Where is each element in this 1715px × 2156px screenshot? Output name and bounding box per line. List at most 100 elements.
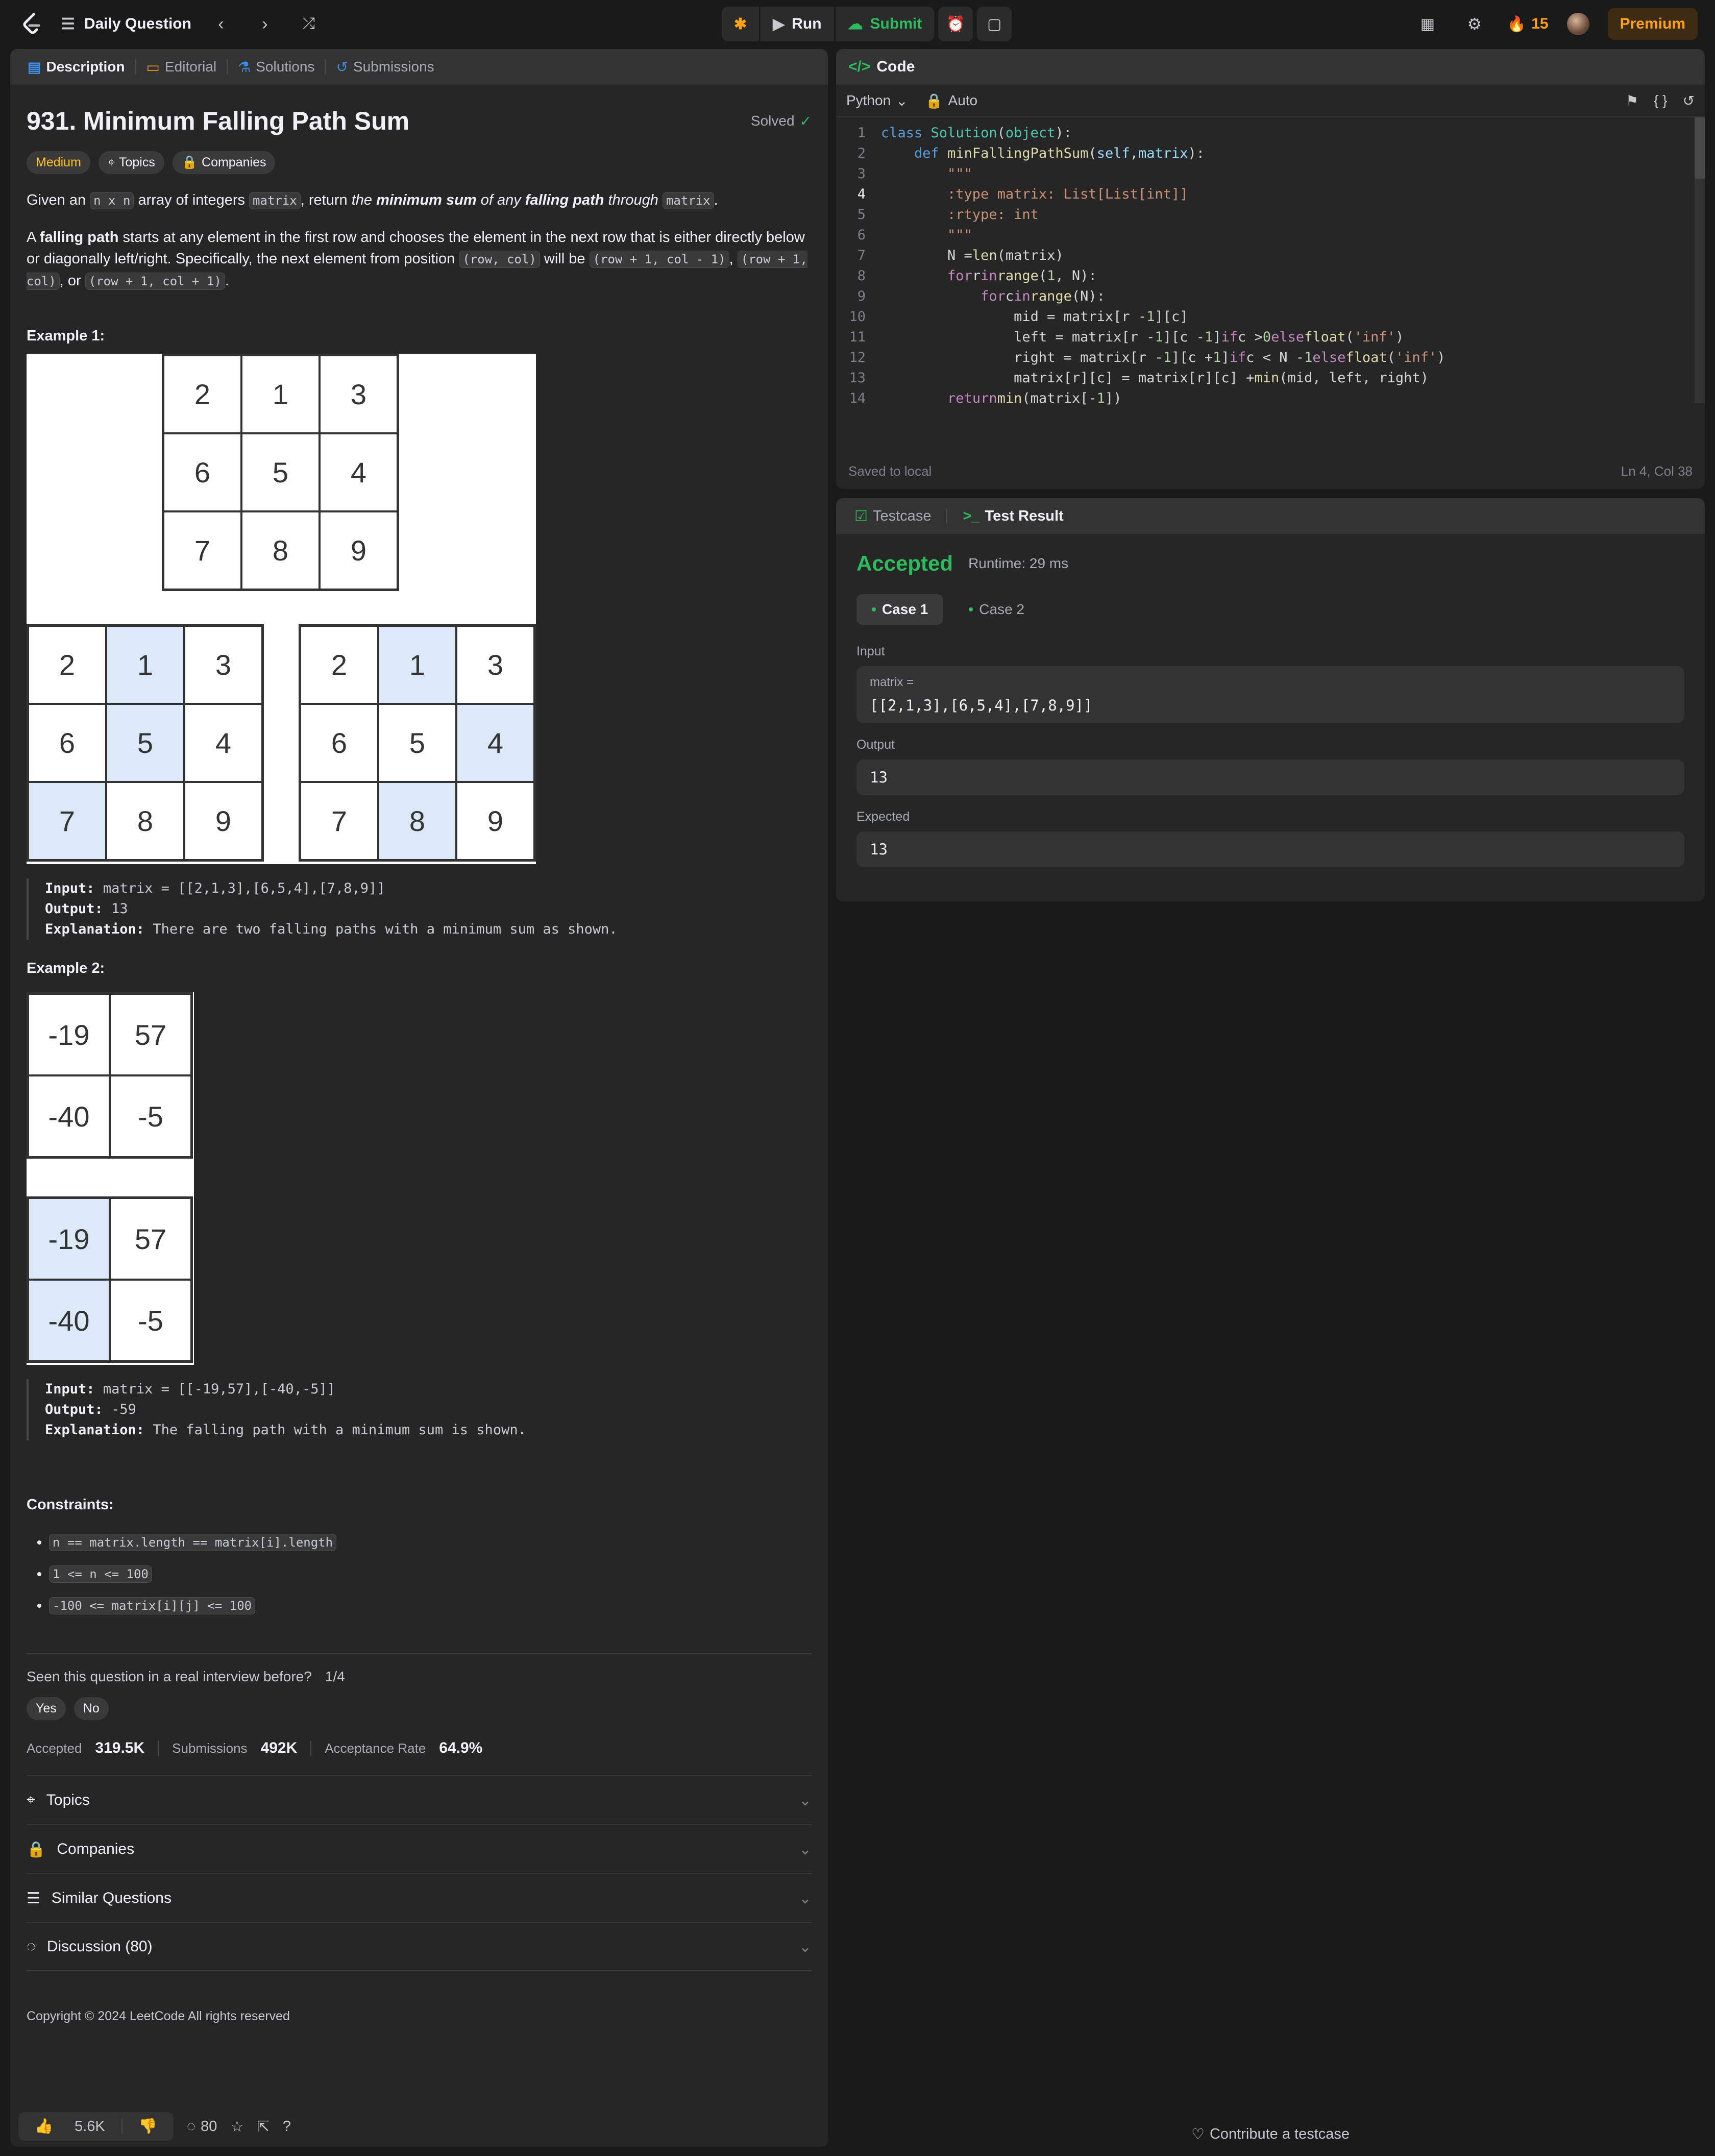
description-tabs: ▤ Description ▭ Editorial ⚗ Solutions ↺ Subm…	[10, 49, 828, 85]
debug-button[interactable]: ✱	[722, 7, 759, 41]
tab-testcase[interactable]: ☑ Testcase	[848, 507, 937, 525]
constraints-list: n == matrix.length == matrix[i].length 1…	[27, 1534, 812, 1614]
matrix-cell: 57	[110, 1198, 191, 1280]
timer-button[interactable]: ⏰	[938, 7, 973, 41]
notes-button[interactable]: ▢	[977, 7, 1012, 41]
matrix-cell: 8	[378, 782, 456, 860]
interview-count: 1/4	[325, 1669, 345, 1684]
next-question-button[interactable]: ›	[251, 10, 279, 38]
chevron-down-icon: ⌄	[798, 1792, 812, 1809]
random-question-button[interactable]: ⤮	[295, 10, 323, 38]
expected-value: 13	[856, 831, 1684, 867]
no-button[interactable]: No	[74, 1697, 109, 1720]
constraints-label: Constraints:	[27, 1497, 114, 1513]
accordion-similar-questions[interactable]: ☰ Similar Questions ⌄	[27, 1873, 812, 1922]
inline-code: (row, col)	[459, 251, 540, 268]
code-line: 4 :type matrix: List[List[int]]	[857, 186, 1188, 202]
code-icon: </>	[848, 58, 871, 75]
language-select[interactable]: Python ⌄	[846, 92, 908, 109]
constraint-code: -100 <= matrix[i][j] <= 100	[49, 1597, 256, 1614]
matrix-cell: 2	[28, 626, 106, 704]
premium-button[interactable]: Premium	[1607, 8, 1698, 40]
reset-icon[interactable]: ↺	[1683, 92, 1695, 109]
matrix-cell: -5	[110, 1280, 191, 1361]
help-icon[interactable]: ?	[283, 2118, 291, 2135]
comment-icon: ◌	[27, 1938, 36, 1955]
tab-description[interactable]: ▤ Description	[21, 59, 131, 76]
run-button[interactable]: ▶ Run	[761, 7, 834, 41]
problem-title[interactable]: 931. Minimum Falling Path Sum	[27, 106, 409, 136]
tab-solutions[interactable]: ⚗ Solutions	[232, 59, 321, 76]
bookmark-icon[interactable]: ⚑	[1626, 92, 1638, 109]
description-panel: ▤ Description ▭ Editorial ⚗ Solutions ↺ Subm…	[10, 49, 828, 2147]
share-icon[interactable]: ⇱	[257, 2118, 269, 2136]
like-button[interactable]: 👍 5.6K	[18, 2118, 121, 2135]
comments-button[interactable]: ◌ 80	[187, 2118, 217, 2135]
problem-description-1: Given an n x n array of integers matrix,…	[27, 189, 812, 211]
auto-mode[interactable]: 🔒 Auto	[925, 92, 977, 109]
result-panel: ☑ Testcase >_ Test Result Accepted Runtime…	[836, 498, 1705, 901]
accepted-label: Accepted	[27, 1740, 82, 1756]
inline-code: matrix	[662, 192, 714, 209]
case-2-tab[interactable]: Case 2	[953, 594, 1040, 625]
input-variable: matrix =	[870, 675, 914, 689]
input-label: Input	[856, 644, 885, 658]
chevron-down-icon: ⌄	[798, 1890, 812, 1907]
leetcode-logo[interactable]	[17, 10, 46, 38]
dislike-button[interactable]: 👎	[122, 2118, 174, 2135]
matrix-cell: 9	[184, 782, 262, 860]
output-label: Output	[856, 738, 895, 752]
inline-code: (row + 1, col + 1)	[85, 273, 225, 290]
flask-icon: ⚗	[238, 59, 251, 75]
tab-test-result[interactable]: >_ Test Result	[957, 508, 1069, 525]
code-line: 7 N = len (matrix)	[857, 247, 1064, 263]
accordion-topics[interactable]: ⌖ Topics ⌄	[27, 1775, 812, 1824]
matrix-cell: 7	[300, 782, 378, 860]
like-dislike-group: 👍 5.6K 👎	[18, 2112, 174, 2141]
matrix-cell: 9	[320, 511, 398, 590]
format-icon[interactable]: { }	[1654, 92, 1667, 109]
tab-submissions-label: Submissions	[353, 59, 434, 75]
code-editor[interactable]: 1 class Solution(object): 2 def minFallin…	[836, 117, 1705, 434]
tab-editorial[interactable]: ▭ Editorial	[140, 59, 223, 76]
matrix-cell: 8	[241, 511, 320, 590]
desc-emphasis: minimum sum	[376, 192, 477, 208]
thumbs-up-icon: 👍	[35, 2118, 54, 2135]
note-icon: ▢	[987, 15, 1002, 33]
example-1-grid: 213 654 789	[162, 354, 399, 591]
accordion-discussion[interactable]: ◌ Discussion (80) ⌄	[27, 1922, 812, 1971]
case-1-tab[interactable]: Case 1	[856, 594, 944, 625]
language-label: Python	[846, 92, 891, 108]
avatar[interactable]	[1566, 13, 1589, 35]
submit-button[interactable]: ☁ Submit	[836, 7, 935, 41]
checkbox-icon: ☑	[854, 508, 868, 525]
run-submit-group: ✱ ▶ Run ☁ Submit	[722, 7, 935, 41]
problem-list-button[interactable]: ☰ Daily Question	[61, 15, 191, 33]
acceptance-rate: 64.9%	[439, 1739, 483, 1756]
example-explanation: The falling path with a minimum sum is s…	[153, 1422, 526, 1438]
settings-button[interactable]: ⚙	[1460, 10, 1489, 38]
editor-scrollbar[interactable]	[1695, 117, 1705, 403]
code-footer: Saved to local Ln 4, Col 38	[836, 453, 1705, 489]
yes-button[interactable]: Yes	[27, 1697, 66, 1720]
layout-button[interactable]: ▦	[1413, 10, 1442, 38]
tab-submissions[interactable]: ↺ Submissions	[330, 59, 440, 76]
star-icon[interactable]: ☆	[230, 2118, 243, 2136]
accordion-companies[interactable]: 🔒 Companies ⌄	[27, 1824, 812, 1873]
streak-counter[interactable]: 🔥 15	[1507, 15, 1549, 33]
history-icon: ↺	[336, 59, 348, 75]
output-label: Output:	[45, 1402, 103, 1417]
contribute-testcase-link[interactable]: ♡ Contribute a testcase	[836, 2121, 1705, 2147]
prev-question-button[interactable]: ‹	[207, 10, 235, 38]
example-1-path-a: 213654789	[27, 624, 264, 862]
code-line: 9 for c in range (N):	[857, 288, 1105, 304]
check-circle-icon: ✓	[799, 113, 812, 129]
interview-question: Seen this question in a real interview b…	[27, 1669, 812, 1685]
example-1-figure: 213654789 213654789 213654789	[27, 354, 536, 864]
topics-chip[interactable]: ⌖ Topics	[98, 151, 164, 174]
example-2-figure: -19 57 -40 -5 -19 57 -40 -5	[27, 992, 194, 1365]
companies-chip[interactable]: 🔒 Companies	[172, 151, 276, 174]
layout-icon: ▦	[1420, 15, 1435, 33]
topics-chip-label: Topics	[119, 155, 155, 169]
output-value: 13	[856, 760, 1684, 795]
